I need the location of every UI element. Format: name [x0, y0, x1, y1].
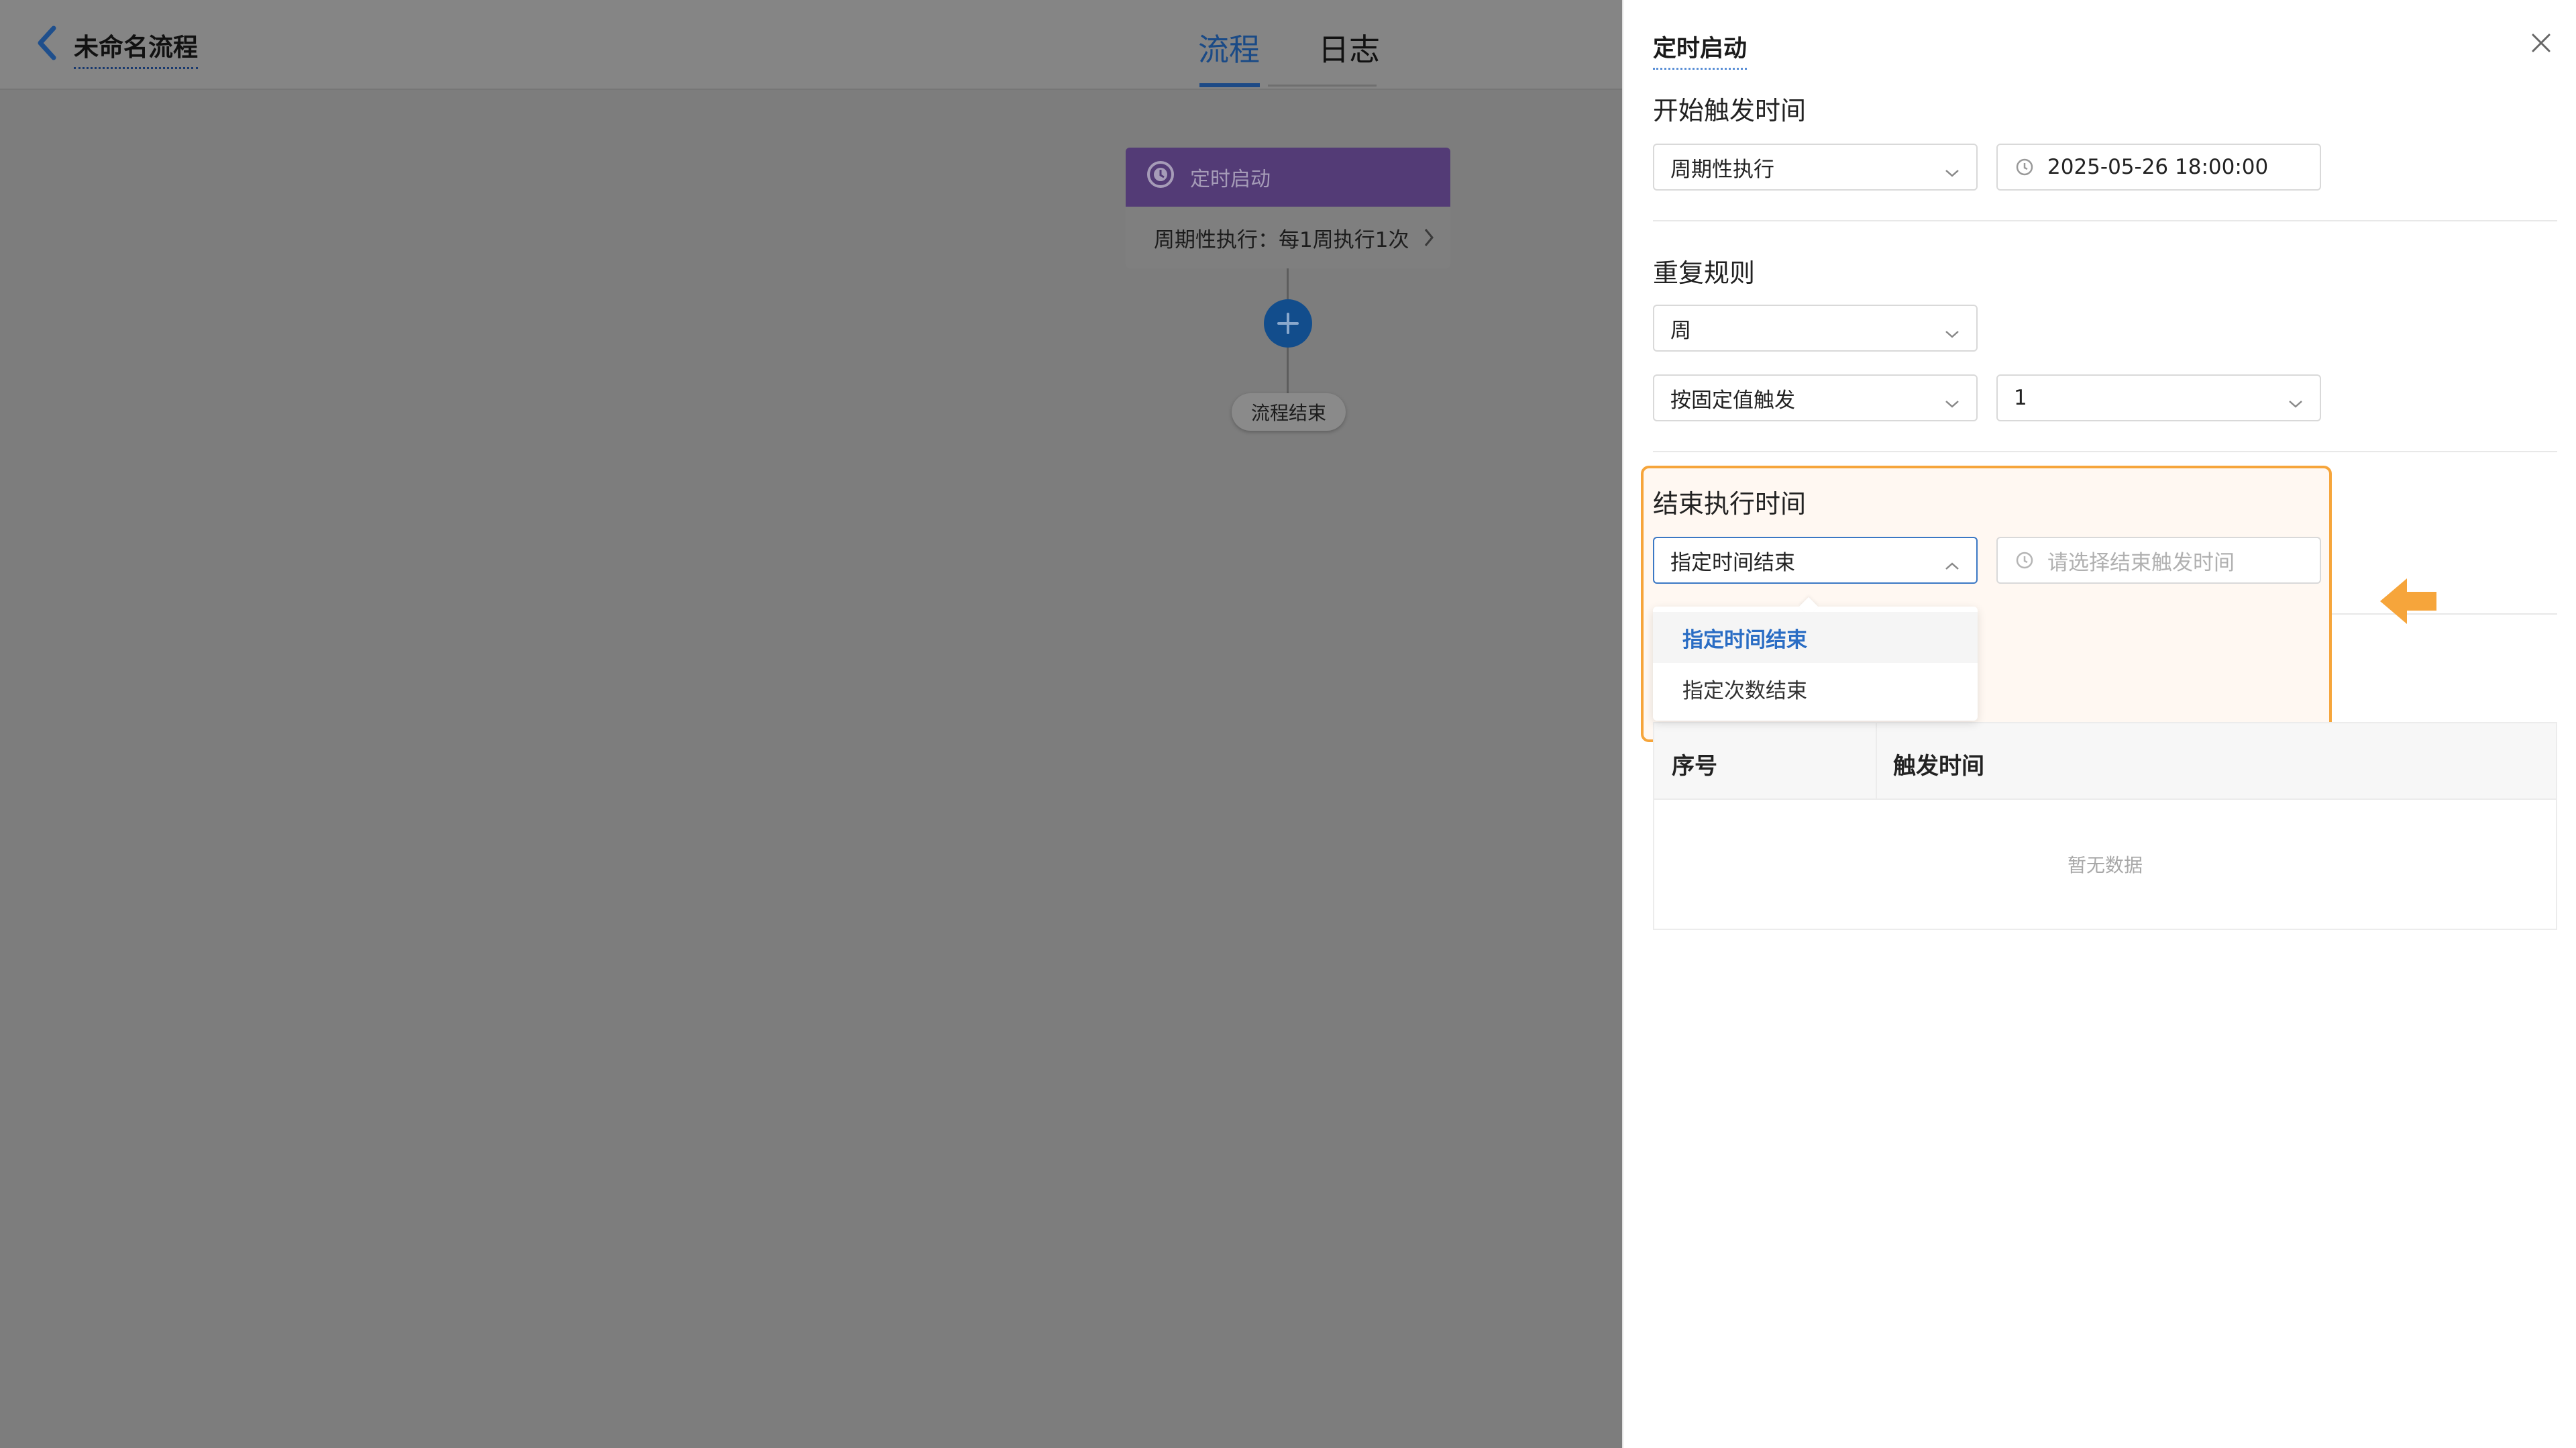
section-divider	[2332, 613, 2557, 615]
repeat-rule-label: 重复规则	[1653, 258, 1756, 288]
close-icon[interactable]	[2528, 30, 2555, 56]
section-divider	[1653, 220, 2557, 221]
clock-icon	[2015, 551, 2034, 570]
repeat-unit-value: 周	[1670, 318, 1691, 343]
dropdown-option-end-by-time[interactable]: 指定时间结束	[1653, 612, 1978, 663]
section-divider	[1653, 451, 2557, 452]
plus-icon	[1277, 313, 1299, 334]
end-time-label: 结束执行时间	[1653, 489, 1807, 519]
chevron-down-icon	[1944, 161, 1960, 185]
tab-track	[1268, 85, 1377, 87]
trigger-node-summary-text: 周期性执行：每1周执行1次	[1154, 227, 1409, 252]
end-mode-select[interactable]: 指定时间结束	[1653, 537, 1978, 584]
column-header-index: 序号	[1672, 753, 1717, 780]
end-datetime-picker[interactable]: 请选择结束触发时间	[1996, 537, 2321, 584]
settings-drawer: 定时启动 开始触发时间 周期性执行 2025-05-26 18:00:00 重复…	[1622, 0, 2576, 1448]
empty-state-text: 暂无数据	[2067, 854, 2143, 876]
active-tab-indicator	[1199, 83, 1260, 87]
start-datetime-picker[interactable]: 2025-05-26 18:00:00	[1996, 144, 2321, 191]
chevron-down-icon	[1944, 322, 1960, 346]
repeat-value: 1	[2014, 386, 2027, 410]
tab-flow[interactable]: 流程	[1198, 25, 1260, 70]
chevron-down-icon	[1944, 392, 1960, 416]
column-header-trigger-time: 触发时间	[1893, 753, 1984, 780]
repeat-value-select[interactable]: 1	[1996, 374, 2321, 421]
repeat-unit-select[interactable]: 周	[1653, 305, 1978, 352]
top-bar: 未命名流程 流程 日志	[0, 0, 1622, 90]
chevron-right-icon	[1422, 227, 1436, 254]
end-node[interactable]: 流程结束	[1232, 393, 1346, 431]
repeat-trigger-mode-value: 按固定值触发	[1670, 388, 1795, 413]
start-mode-select[interactable]: 周期性执行	[1653, 144, 1978, 191]
end-datetime-placeholder: 请选择结束触发时间	[2047, 550, 2235, 575]
flow-title[interactable]: 未命名流程	[74, 27, 198, 69]
trigger-node-summary[interactable]: 周期性执行：每1周执行1次	[1126, 207, 1450, 268]
back-arrow-icon[interactable]	[32, 24, 64, 62]
start-time-label: 开始触发时间	[1653, 96, 1807, 125]
connector-line	[1287, 268, 1289, 299]
dropdown-option-end-by-count[interactable]: 指定次数结束	[1653, 663, 1978, 714]
end-mode-dropdown: 指定时间结束 指定次数结束	[1653, 597, 1978, 721]
chevron-up-icon	[1944, 554, 1960, 578]
arrow-left-icon	[2377, 574, 2439, 628]
repeat-trigger-mode-select[interactable]: 按固定值触发	[1653, 374, 1978, 421]
end-mode-value: 指定时间结束	[1670, 550, 1795, 575]
tab-log[interactable]: 日志	[1318, 25, 1380, 70]
trigger-node-header: 定时启动	[1126, 148, 1450, 207]
trigger-time-table: 序号 触发时间 暂无数据	[1653, 722, 2557, 930]
add-node-button[interactable]	[1264, 299, 1312, 348]
drawer-title: 定时启动	[1653, 30, 1748, 70]
start-datetime-value: 2025-05-26 18:00:00	[2047, 155, 2269, 179]
start-mode-value: 周期性执行	[1670, 157, 1774, 182]
trigger-node-title: 定时启动	[1190, 168, 1271, 191]
table-header: 序号 触发时间	[1654, 723, 2556, 800]
clock-icon	[2015, 158, 2034, 176]
chevron-down-icon	[2288, 392, 2304, 416]
connector-line	[1287, 348, 1289, 393]
clock-icon	[1146, 160, 1175, 195]
column-separator	[1876, 723, 1877, 798]
trigger-node[interactable]: 定时启动 周期性执行：每1周执行1次	[1126, 148, 1450, 268]
